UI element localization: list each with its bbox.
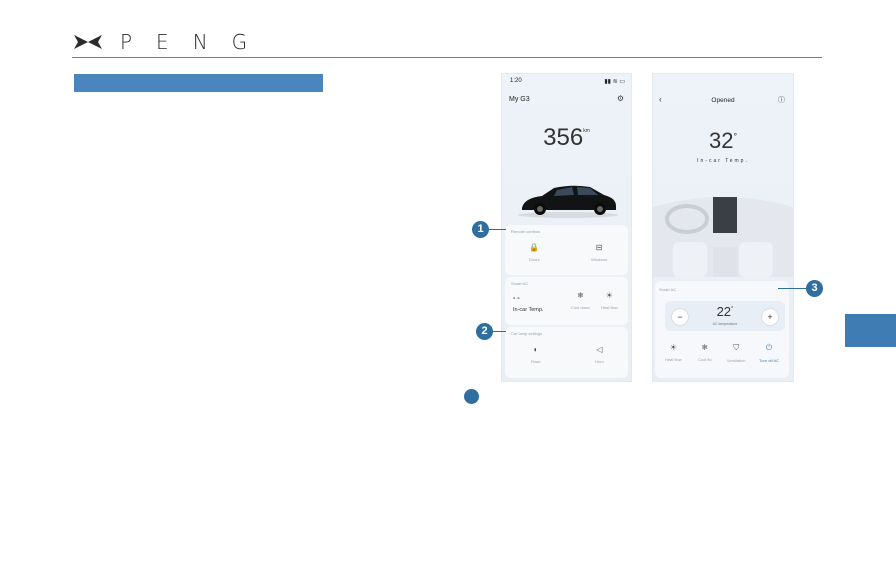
range-unit: km: [583, 128, 590, 134]
cool-down-control[interactable]: ❄ Cool down: [571, 291, 590, 310]
smart-ac-panel: Smart AC − 22° AC temperature + ☀ Heat f…: [655, 281, 789, 378]
control-label: Cool down: [571, 305, 590, 310]
section-heading-bar: [74, 74, 323, 92]
ventilation-button[interactable]: ⛉ Ventilation: [727, 343, 745, 363]
temp-degree: °: [733, 131, 738, 142]
temp-value: 32: [708, 128, 734, 153]
xpeng-x-mark-icon: [74, 35, 102, 49]
card-label: Remote controls: [511, 229, 541, 234]
callout-leader: [492, 331, 506, 332]
button-label: Ventilation: [727, 358, 746, 363]
callout-leader: [778, 288, 806, 289]
header-divider: [72, 57, 822, 58]
chapter-side-tab: [845, 314, 896, 347]
callout-3: 3: [806, 280, 823, 297]
screen-title: Opened: [711, 97, 735, 104]
panel-label: Smart AC: [659, 287, 677, 292]
snowflake-icon: ❄: [701, 343, 709, 352]
shield-icon: ⛉: [733, 343, 740, 352]
callout-1: 1: [472, 221, 489, 238]
info-icon[interactable]: ⓘ: [778, 95, 785, 105]
control-label: Windows: [591, 257, 608, 262]
settings-gear-icon[interactable]: ⚙: [617, 94, 624, 103]
car-interior-image: [653, 197, 793, 277]
lamp-icon: ◐: [533, 345, 539, 354]
windows-control[interactable]: ⊟ Windows: [591, 243, 607, 262]
speaker-icon: ◁: [596, 345, 603, 354]
in-car-temp-readout: 32°: [653, 128, 793, 154]
horn-control[interactable]: ◁ Horn: [595, 345, 604, 364]
xpeng-logo: PENG: [72, 30, 271, 54]
phone-home-screen: 1:20 ▮▮ ≋ ▭ My G3 ⚙ 356km Remote control…: [501, 73, 632, 382]
set-temp-degree: °: [731, 306, 734, 313]
sun-icon: ☀: [669, 343, 677, 352]
control-label: Doors: [529, 257, 540, 262]
button-label: Turn off AC: [759, 358, 780, 363]
card-label: Car lamp settings: [511, 331, 543, 336]
control-label: Flash: [531, 359, 541, 364]
window-icon: ⊟: [595, 243, 603, 252]
bullet-dot: [464, 389, 479, 404]
set-temp-value: 22: [716, 304, 732, 319]
doors-control[interactable]: 🔒 Doors: [529, 243, 540, 262]
card-label: Smart AC: [511, 281, 529, 286]
lock-icon: 🔒: [529, 243, 540, 252]
heat-flow-control[interactable]: ☀ Heat flow: [601, 291, 618, 310]
car-lamp-card: Car lamp settings ◐ Flash ◁ Horn: [505, 327, 628, 378]
increase-temp-button[interactable]: +: [761, 308, 779, 326]
callout-leader: [488, 229, 506, 230]
smart-ac-card[interactable]: Smart AC - - In-car Temp. ❄ Cool down ☀ …: [505, 277, 628, 325]
status-time: 1:20: [510, 78, 522, 84]
sun-icon: ☀: [605, 291, 613, 300]
in-car-temp-label: In-car Temp.: [513, 307, 544, 313]
temp-caption: In-car Temp.: [697, 158, 749, 164]
flash-control[interactable]: ◐ Flash: [531, 345, 541, 364]
power-icon: ⏻: [765, 343, 773, 352]
range-value: 356: [543, 124, 584, 151]
control-label: Horn: [595, 359, 604, 364]
status-icons: ▮▮ ≋ ▭: [604, 79, 625, 85]
callout-2: 2: [476, 323, 493, 340]
phone-ac-screen: ‹ Opened ⓘ 32° In-car Temp. Smart AC − 2…: [652, 73, 794, 382]
cool-flow-button[interactable]: ❄ Cool flo: [698, 343, 712, 362]
heat-flow-button[interactable]: ☀ Heat flow: [665, 343, 682, 362]
range-readout: 356km: [502, 124, 631, 152]
button-label: Cool flo: [698, 357, 712, 362]
brand-name: PENG: [120, 30, 272, 54]
vehicle-title: My G3: [509, 96, 530, 103]
control-label: Heat flow: [601, 305, 618, 310]
remote-controls-card: Remote controls 🔒 Doors ⊟ Windows: [505, 225, 628, 275]
temp-placeholder: - -: [513, 295, 520, 302]
temperature-control: − 22° AC temperature +: [665, 301, 785, 331]
snowflake-icon: ❄: [577, 291, 584, 300]
turn-off-ac-button[interactable]: ⏻ Turn off AC: [759, 343, 779, 363]
button-label: Heat flow: [665, 357, 682, 362]
car-image: [518, 185, 618, 218]
